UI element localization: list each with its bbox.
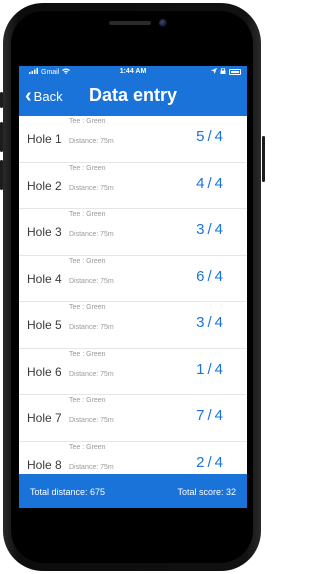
totals-footer: Total distance: 675 Total score: 32 (19, 474, 247, 508)
app-screen: Gmail 1:44 AM ‹ Back Data entry Hole 1 T… (19, 66, 247, 508)
tee-info: Tee : Green (69, 257, 106, 265)
distance-info: Distance: 75m (69, 138, 114, 145)
score-display[interactable]: 3/4 (196, 314, 223, 331)
hole-label: Hole 8 (27, 457, 62, 472)
score-separator: / (207, 267, 212, 285)
score-separator: / (207, 407, 212, 424)
hole-label: Hole 1 (27, 132, 62, 146)
distance-info: Distance: 75m (69, 417, 114, 424)
tee-info: Tee : Green (69, 304, 106, 311)
tee-info: Tee : Green (69, 164, 106, 172)
volume-up-button (0, 122, 3, 152)
tee-info: Tee : Green (69, 211, 106, 218)
location-icon (211, 68, 217, 76)
score-separator: / (207, 360, 212, 378)
list-item-hole-4[interactable]: Hole 4 Tee : Green Distance: 75m 6/4 (19, 255, 247, 302)
score-value: 3 (196, 221, 205, 238)
tee-info: Tee : Green (69, 118, 106, 125)
list-item-hole-6[interactable]: Hole 6 Tee : Green Distance: 75m 1/4 (19, 348, 247, 395)
score-value: 5 (196, 128, 205, 145)
score-display[interactable]: 6/4 (196, 268, 223, 285)
score-display[interactable]: 5/4 (196, 128, 223, 145)
score-value: 2 (196, 453, 205, 471)
score-value: 6 (196, 267, 205, 285)
score-separator: / (207, 314, 212, 331)
score-display[interactable]: 4/4 (196, 175, 223, 192)
volume-down-button (0, 160, 3, 190)
earpiece-speaker (109, 21, 151, 25)
tee-info: Tee : Green (69, 350, 106, 358)
list-item-hole-2[interactable]: Hole 2 Tee : Green Distance: 75m 4/4 (19, 162, 247, 209)
mute-switch (0, 92, 3, 108)
distance-info: Distance: 75m (69, 324, 114, 331)
score-display[interactable]: 2/4 (196, 454, 223, 471)
front-camera (159, 19, 167, 27)
hole-label: Hole 5 (27, 318, 62, 332)
hole-label: Hole 6 (27, 364, 62, 379)
hole-label: Hole 4 (27, 271, 62, 286)
distance-info: Distance: 75m (69, 184, 114, 192)
distance-info: Distance: 75m (69, 277, 114, 285)
tee-info: Tee : Green (69, 443, 106, 451)
battery-icon (229, 69, 241, 75)
list-item-hole-1[interactable]: Hole 1 Tee : Green Distance: 75m 5/4 (19, 116, 247, 163)
tee-info: Tee : Green (69, 397, 106, 404)
score-separator: / (207, 128, 212, 145)
page-title: Data entry (88, 85, 178, 105)
score-separator: / (207, 174, 212, 192)
total-distance: Total distance: 675 (30, 487, 106, 497)
score-display[interactable]: 7/4 (196, 407, 223, 424)
total-score: Total score: 32 (177, 487, 236, 497)
status-right (211, 67, 241, 76)
par-value: 4 (214, 221, 223, 238)
score-separator: / (207, 453, 212, 471)
list-item-hole-7[interactable]: Hole 7 Tee : Green Distance: 75m 7/4 (19, 395, 247, 442)
distance-info: Distance: 75m (69, 463, 114, 471)
lock-rotation-icon (220, 67, 226, 76)
score-display[interactable]: 3/4 (196, 221, 223, 238)
holes-list[interactable]: Hole 1 Tee : Green Distance: 75m 5/4 Hol… (19, 116, 247, 474)
list-item-hole-5[interactable]: Hole 5 Tee : Green Distance: 75m 3/4 (19, 302, 247, 349)
par-value: 4 (214, 407, 223, 424)
hole-label: Hole 3 (27, 225, 62, 239)
hole-label: Hole 2 (27, 178, 62, 193)
score-separator: / (207, 221, 212, 238)
par-value: 4 (214, 128, 223, 145)
navigation-bar: ‹ Back Data entry (19, 78, 247, 116)
score-value: 1 (196, 360, 205, 378)
hole-label: Hole 7 (27, 411, 62, 425)
par-value: 4 (214, 453, 223, 471)
distance-info: Distance: 75m (69, 231, 114, 238)
list-item-hole-8[interactable]: Hole 8 Tee : Green Distance: 75m 2/4 (19, 441, 247, 474)
status-bar: Gmail 1:44 AM (19, 66, 247, 78)
score-value: 7 (196, 407, 205, 424)
list-item-hole-3[interactable]: Hole 3 Tee : Green Distance: 75m 3/4 (19, 209, 247, 256)
score-value: 3 (196, 314, 205, 331)
score-value: 4 (196, 174, 205, 192)
score-display[interactable]: 1/4 (196, 361, 223, 378)
par-value: 4 (214, 267, 223, 285)
par-value: 4 (214, 174, 223, 192)
distance-info: Distance: 75m (69, 370, 114, 378)
par-value: 4 (214, 360, 223, 378)
par-value: 4 (214, 314, 223, 331)
power-button (262, 136, 265, 182)
